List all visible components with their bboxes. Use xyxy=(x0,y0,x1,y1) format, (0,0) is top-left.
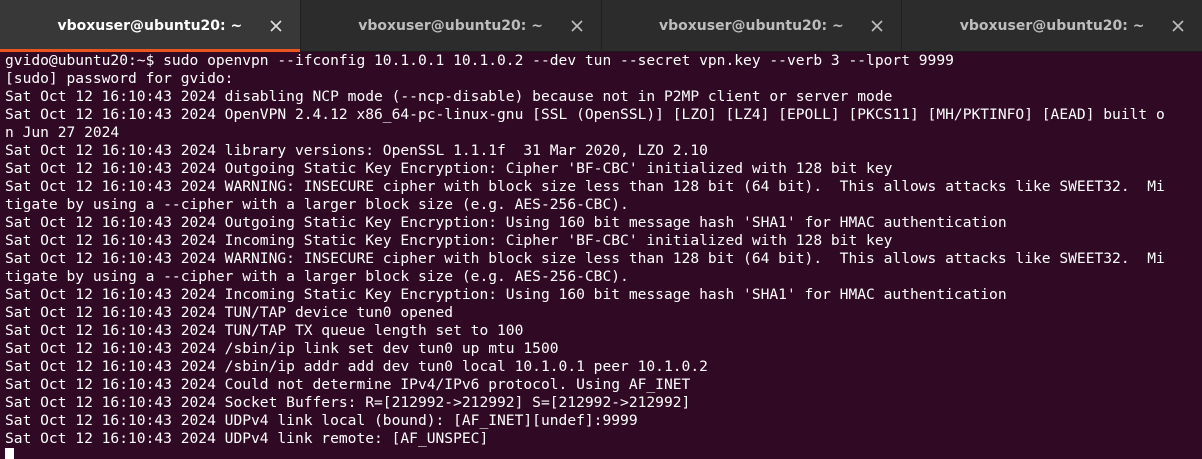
terminal-line: Sat Oct 12 16:10:43 2024 WARNING: INSECU… xyxy=(5,250,1165,267)
terminal-line: Sat Oct 12 16:10:43 2024 disabling NCP m… xyxy=(5,88,893,105)
terminal-line: Sat Oct 12 16:10:43 2024 UDPv4 link loca… xyxy=(5,412,638,429)
terminal-line: Sat Oct 12 16:10:43 2024 UDPv4 link remo… xyxy=(5,430,489,447)
terminal-line: gvido@ubuntu20:~$ sudo openvpn --ifconfi… xyxy=(5,52,954,69)
terminal-line: Sat Oct 12 16:10:43 2024 /sbin/ip link s… xyxy=(5,340,559,357)
tab-bar: vboxuser@ubuntu20: ~ vboxuser@ubuntu20: … xyxy=(0,0,1202,52)
tab-2[interactable]: vboxuser@ubuntu20: ~ xyxy=(299,0,601,52)
terminal-line: Sat Oct 12 16:10:43 2024 Outgoing Static… xyxy=(5,214,1007,231)
terminal-line: Sat Oct 12 16:10:43 2024 Incoming Static… xyxy=(5,286,1007,303)
terminal-line: Sat Oct 12 16:10:43 2024 library version… xyxy=(5,142,708,159)
terminal-line: Sat Oct 12 16:10:43 2024 WARNING: INSECU… xyxy=(5,178,1165,195)
terminal-line: Sat Oct 12 16:10:43 2024 Incoming Static… xyxy=(5,232,893,249)
terminal-line: Sat Oct 12 16:10:43 2024 /sbin/ip addr a… xyxy=(5,358,708,375)
terminal-line: Sat Oct 12 16:10:43 2024 Outgoing Static… xyxy=(5,160,893,177)
tab-label: vboxuser@ubuntu20: ~ xyxy=(959,18,1145,34)
cursor-line xyxy=(5,448,1202,459)
close-icon[interactable] xyxy=(870,19,884,33)
tab-label: vboxuser@ubuntu20: ~ xyxy=(358,18,543,34)
tab-1[interactable]: vboxuser@ubuntu20: ~ xyxy=(0,0,300,52)
tab-label: vboxuser@ubuntu20: ~ xyxy=(57,18,243,34)
close-icon[interactable] xyxy=(1171,19,1185,33)
terminal-line: Sat Oct 12 16:10:43 2024 TUN/TAP device … xyxy=(5,304,454,321)
terminal-window: vboxuser@ubuntu20: ~ vboxuser@ubuntu20: … xyxy=(0,0,1202,459)
block-cursor-icon xyxy=(5,448,14,459)
terminal-line: Sat Oct 12 16:10:43 2024 Could not deter… xyxy=(5,376,691,393)
tab-label: vboxuser@ubuntu20: ~ xyxy=(658,18,844,34)
terminal-output[interactable]: gvido@ubuntu20:~$ sudo openvpn --ifconfi… xyxy=(0,52,1202,459)
close-icon[interactable] xyxy=(570,19,584,33)
terminal-line: tigate by using a --cipher with a larger… xyxy=(5,268,629,285)
terminal-line: tigate by using a --cipher with a larger… xyxy=(5,196,629,213)
tab-4[interactable]: vboxuser@ubuntu20: ~ xyxy=(901,0,1202,52)
close-icon[interactable] xyxy=(269,19,283,33)
terminal-line: Sat Oct 12 16:10:43 2024 TUN/TAP TX queu… xyxy=(5,322,524,339)
tab-3[interactable]: vboxuser@ubuntu20: ~ xyxy=(600,0,902,52)
terminal-line: Sat Oct 12 16:10:43 2024 OpenVPN 2.4.12 … xyxy=(5,106,1165,123)
terminal-line: [sudo] password for gvido: xyxy=(5,70,234,87)
terminal-line: Sat Oct 12 16:10:43 2024 Socket Buffers:… xyxy=(5,394,691,411)
terminal-line: n Jun 27 2024 xyxy=(5,124,120,141)
